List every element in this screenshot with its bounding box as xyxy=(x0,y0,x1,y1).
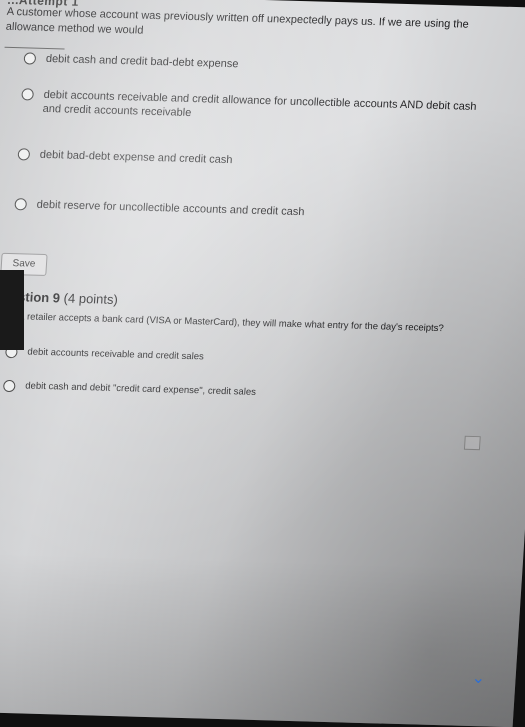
question-8-text: A customer whose account was previously … xyxy=(5,5,470,37)
q8-option-4-label: debit reserve for uncollectible accounts… xyxy=(36,198,305,219)
bottom-shadow xyxy=(0,551,523,727)
q8-option-3-label: debit bad-debt expense and credit cash xyxy=(39,148,233,167)
radio-button-icon[interactable] xyxy=(21,88,35,101)
left-edge-marker xyxy=(0,270,24,350)
q8-option-4[interactable]: debit reserve for uncollectible accounts… xyxy=(14,197,485,224)
q9-option-1[interactable]: debit accounts receivable and credit sal… xyxy=(5,345,476,372)
radio-button-icon[interactable] xyxy=(2,379,16,393)
q8-option-2-label: debit accounts receivable and credit all… xyxy=(42,88,477,119)
radio-button-icon[interactable] xyxy=(23,52,37,65)
q9-option-1-label: debit accounts receivable and credit sal… xyxy=(27,346,205,363)
side-toolbar-icon[interactable] xyxy=(463,435,481,451)
answer-blank xyxy=(4,46,65,50)
photographed-screen: ...Attempt 1 A customer whose account wa… xyxy=(0,0,525,727)
q8-option-2[interactable]: debit accounts receivable and credit all… xyxy=(20,87,492,128)
chevron-down-icon[interactable]: ⌄ xyxy=(472,668,485,688)
q8-option-3[interactable]: debit bad-debt expense and credit cash xyxy=(17,147,488,174)
radio-button-icon[interactable] xyxy=(17,148,31,161)
question-9-points: (4 points) xyxy=(63,290,119,308)
q9-option-2[interactable]: debit cash and debit "credit card expens… xyxy=(2,379,474,406)
question-9-text: When a retailer accepts a bank card (VIS… xyxy=(0,310,445,335)
radio-button-icon[interactable] xyxy=(14,198,28,211)
q9-option-2-label: debit cash and debit "credit card expens… xyxy=(24,380,257,398)
